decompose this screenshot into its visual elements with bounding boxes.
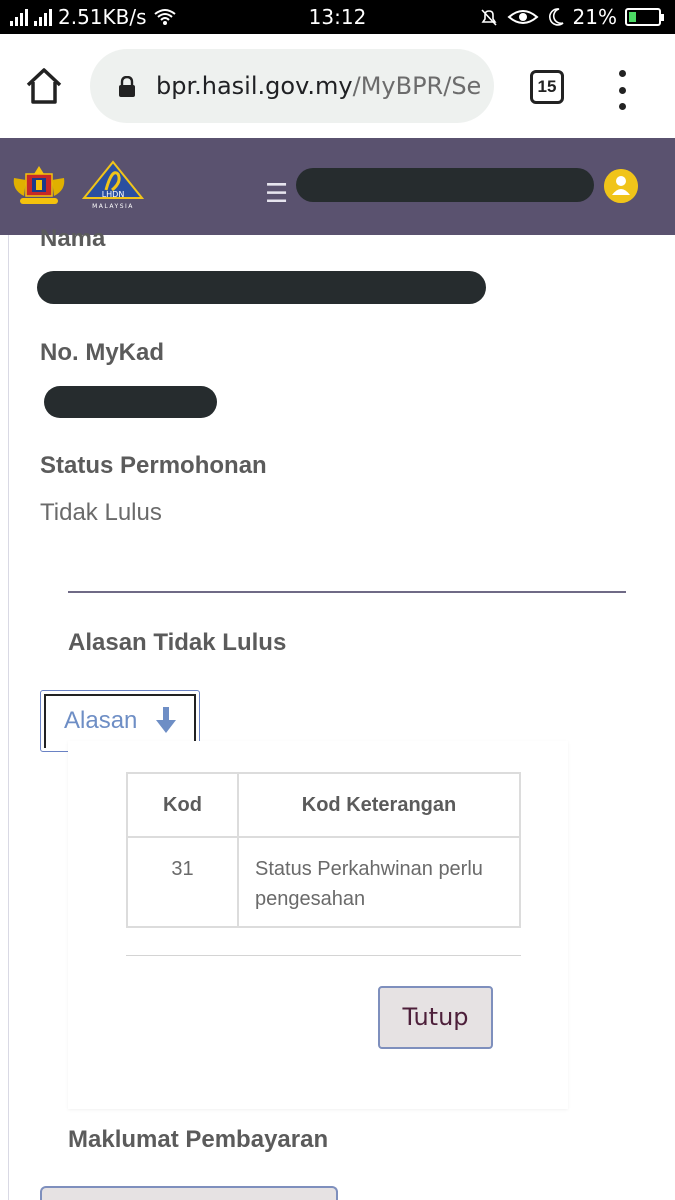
left-rule xyxy=(8,235,9,1200)
column-header-keterangan: Kod Keterangan xyxy=(237,772,521,838)
payment-heading: Maklumat Pembayaran xyxy=(68,1126,329,1153)
hamburger-menu-icon[interactable]: ☰ xyxy=(265,178,288,209)
column-header-kod: Kod xyxy=(126,772,239,838)
cell-keterangan: Status Perkahwinan perlu pengesahan xyxy=(237,836,521,928)
battery-icon xyxy=(625,8,664,26)
lhdn-logo-subtext: MALAYSIA xyxy=(92,203,134,210)
status-right: 21% xyxy=(479,5,664,29)
panel-divider xyxy=(126,955,521,956)
malaysia-crest-logo xyxy=(13,166,65,204)
mykad-label: No. MyKad xyxy=(40,339,165,366)
table-row: 31 Status Perkahwinan perlu pengesahan xyxy=(126,836,521,928)
home-icon[interactable] xyxy=(24,66,64,106)
arrow-down-icon xyxy=(156,707,176,733)
name-label: Nama xyxy=(40,225,106,252)
lock-icon xyxy=(119,76,135,97)
url-path: /MyBPR/Se xyxy=(352,72,480,100)
status-bar: 2.51KB/s 13:12 21% xyxy=(0,0,675,34)
site-header: LHDN MALAYSIA ☰ xyxy=(0,138,675,235)
mute-bell-icon xyxy=(480,9,497,26)
url-text[interactable]: bpr.hasil.gov.my/MyBPR/Se xyxy=(156,72,480,100)
moon-icon xyxy=(548,8,564,26)
eye-icon xyxy=(507,10,539,24)
redacted-username xyxy=(296,168,594,202)
cell-kod: 31 xyxy=(126,836,239,928)
lhdn-logo-text: LHDN xyxy=(102,190,125,199)
battery-percent: 21% xyxy=(572,5,617,29)
main-content: Nama No. MyKad Status Permohonan Tidak L… xyxy=(0,225,675,1200)
redacted-name xyxy=(37,271,486,304)
payment-button[interactable] xyxy=(40,1186,338,1200)
lhdn-logo: LHDN MALAYSIA xyxy=(82,160,144,210)
reason-table: Kod Kod Keterangan 31 Status Perkahwinan… xyxy=(126,772,521,928)
close-button[interactable]: Tutup xyxy=(378,986,493,1049)
redacted-mykad xyxy=(44,386,217,418)
browser-toolbar: bpr.hasil.gov.my/MyBPR/Se 15 xyxy=(0,34,675,138)
battery-fill xyxy=(629,12,636,22)
url-domain: bpr.hasil.gov.my xyxy=(156,72,353,100)
section-divider xyxy=(68,591,626,593)
status-label: Status Permohonan xyxy=(40,452,267,479)
reason-button-label: Alasan xyxy=(64,707,138,734)
overflow-menu-icon[interactable] xyxy=(612,70,632,110)
tab-switcher-button[interactable]: 15 xyxy=(530,70,564,104)
reason-panel: Kod Kod Keterangan 31 Status Perkahwinan… xyxy=(68,741,568,1109)
table-header-row: Kod Kod Keterangan xyxy=(126,772,521,838)
user-avatar-icon[interactable] xyxy=(604,169,638,203)
reason-heading: Alasan Tidak Lulus xyxy=(68,629,287,656)
address-bar[interactable]: bpr.hasil.gov.my/MyBPR/Se xyxy=(90,49,494,123)
status-value: Tidak Lulus xyxy=(40,499,162,526)
